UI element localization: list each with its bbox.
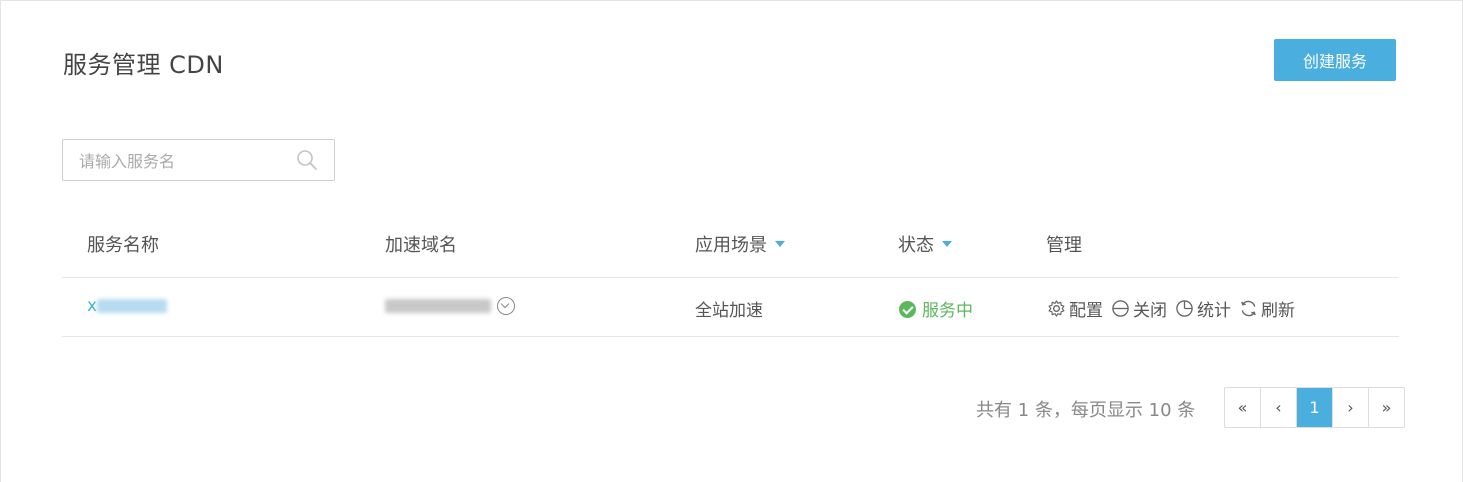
status-text: 服务中 [922, 301, 973, 321]
column-header-service-name: 服务名称 [87, 235, 159, 256]
refresh-action[interactable]: 刷新 [1239, 296, 1295, 321]
service-name-link[interactable]: x [87, 296, 168, 316]
row-actions: 配置 关闭 统计 刷新 [1047, 296, 1295, 321]
column-header-manage: 管理 [1046, 235, 1082, 256]
pie-chart-icon [1176, 300, 1193, 317]
row-divider [62, 336, 1399, 337]
configure-label: 配置 [1069, 301, 1103, 321]
column-header-scenario-label: 应用场景 [695, 235, 767, 256]
search-box [62, 139, 335, 182]
create-service-button[interactable]: 创建服务 [1274, 39, 1396, 81]
scenario-cell: 全站加速 [695, 301, 763, 321]
pagination: « ‹ 1 › » [1224, 387, 1405, 428]
page-1-button[interactable]: 1 [1297, 388, 1333, 427]
domain-redacted [385, 299, 491, 313]
statistics-label: 统计 [1197, 301, 1231, 321]
search-icon[interactable] [296, 149, 318, 171]
refresh-label: 刷新 [1261, 301, 1295, 321]
service-name-redacted [97, 299, 168, 313]
column-header-status[interactable]: 状态 [898, 231, 952, 257]
column-header-status-label: 状态 [898, 235, 934, 256]
column-header-domain: 加速域名 [385, 235, 457, 256]
check-circle-icon [899, 300, 916, 318]
next-page-button[interactable]: › [1333, 388, 1369, 427]
search-input[interactable] [77, 140, 291, 182]
statistics-action[interactable]: 统计 [1175, 296, 1231, 321]
column-header-scenario[interactable]: 应用场景 [695, 231, 785, 257]
chevron-down-circle-icon[interactable] [497, 297, 515, 315]
sort-caret-icon[interactable] [942, 241, 952, 247]
last-page-button[interactable]: » [1369, 388, 1404, 427]
sort-caret-icon[interactable] [775, 241, 785, 247]
pagination-summary: 共有 1 条，每页显示 10 条 [976, 400, 1196, 421]
status-badge: 服务中 [899, 296, 973, 321]
refresh-icon [1241, 300, 1256, 317]
prev-page-button[interactable]: ‹ [1261, 388, 1297, 427]
configure-action[interactable]: 配置 [1047, 296, 1103, 321]
service-name-prefix: x [87, 296, 98, 316]
header-divider [62, 277, 1399, 278]
close-label: 关闭 [1133, 301, 1167, 321]
close-action[interactable]: 关闭 [1111, 296, 1167, 321]
page-title: 服务管理 CDN [63, 51, 224, 79]
gear-icon [1048, 300, 1065, 317]
page: 服务管理 CDN 创建服务 服务名称 加速域名 应用场景 状态 管理 x 全站加… [0, 0, 1463, 482]
domain-cell [385, 296, 515, 316]
first-page-button[interactable]: « [1225, 388, 1261, 427]
minus-circle-icon [1112, 300, 1129, 317]
